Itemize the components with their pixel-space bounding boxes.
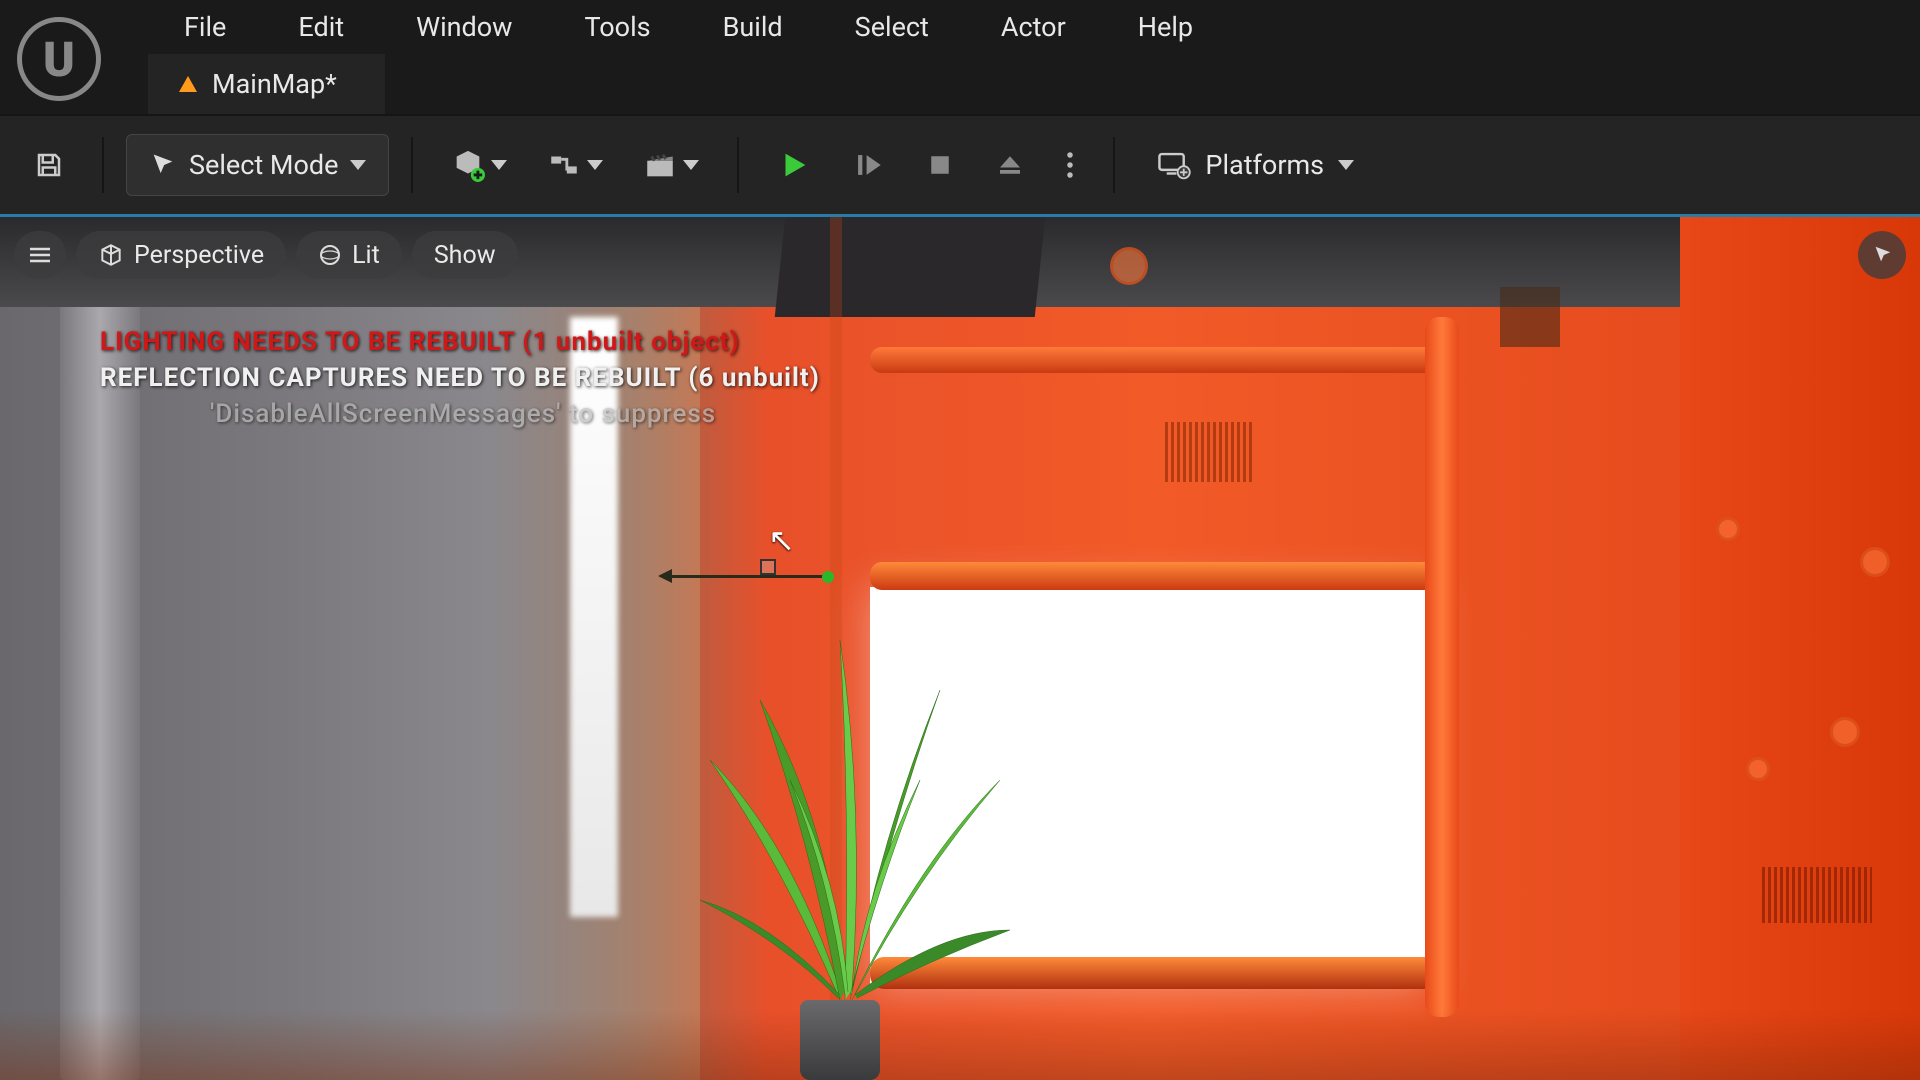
play-icon <box>777 148 811 182</box>
save-icon <box>34 147 64 183</box>
menu-help[interactable]: Help <box>1102 11 1229 43</box>
play-button[interactable] <box>761 134 827 196</box>
tab-mainmap[interactable]: MainMap* <box>148 54 385 114</box>
perspective-dropdown[interactable]: Perspective <box>76 231 286 279</box>
menu-actor[interactable]: Actor <box>965 11 1102 43</box>
eject-icon <box>995 150 1025 180</box>
menu-build[interactable]: Build <box>687 11 819 43</box>
blueprint-icon <box>547 148 581 182</box>
add-content-button[interactable] <box>435 134 523 196</box>
tab-label: MainMap* <box>212 68 337 100</box>
chevron-down-icon <box>1338 160 1354 170</box>
viewport-options-button[interactable] <box>14 231 66 279</box>
stop-button[interactable] <box>909 134 971 196</box>
show-label: Show <box>434 241 496 270</box>
lit-dropdown[interactable]: Lit <box>296 231 402 279</box>
cube-plus-icon <box>451 148 485 182</box>
play-options-button[interactable] <box>1049 134 1091 196</box>
chevron-down-icon <box>587 160 603 170</box>
platforms-icon <box>1157 150 1191 180</box>
sphere-icon <box>318 243 342 267</box>
unreal-logo[interactable]: U <box>12 12 106 106</box>
show-dropdown[interactable]: Show <box>412 231 518 279</box>
lighting-warning: LIGHTING NEEDS TO BE REBUILT (1 unbuilt … <box>100 327 820 357</box>
cursor-icon: ↖ <box>768 521 795 559</box>
menu-tools[interactable]: Tools <box>548 11 686 43</box>
content-tools <box>435 134 715 196</box>
viewport-corner-button[interactable] <box>1858 231 1906 279</box>
cursor-icon <box>149 151 177 179</box>
menu-select[interactable]: Select <box>819 11 965 43</box>
eject-button[interactable] <box>979 134 1041 196</box>
menu-window[interactable]: Window <box>380 11 548 43</box>
reflection-warning: REFLECTION CAPTURES NEED TO BE REBUILT (… <box>100 363 820 393</box>
separator <box>102 137 104 193</box>
cube-icon <box>98 242 124 268</box>
menubar: File Edit Window Tools Build Select Acto… <box>0 0 1920 54</box>
save-button[interactable] <box>18 134 80 196</box>
transform-gizmo[interactable]: ↖ <box>740 517 800 587</box>
cursor-icon <box>1871 244 1893 266</box>
suppress-hint: 'DisableAllScreenMessages' to suppress <box>100 399 820 429</box>
tabbar: MainMap* <box>0 54 1920 114</box>
chevron-down-icon <box>491 160 507 170</box>
lit-label: Lit <box>352 241 380 270</box>
cinematics-button[interactable] <box>627 134 715 196</box>
platforms-label: Platforms <box>1205 149 1324 181</box>
separator <box>737 137 739 193</box>
play-controls <box>761 134 1091 196</box>
menu-edit[interactable]: Edit <box>262 11 380 43</box>
step-button[interactable] <box>835 134 901 196</box>
select-mode-dropdown[interactable]: Select Mode <box>126 134 389 196</box>
chevron-down-icon <box>350 160 366 170</box>
blueprint-button[interactable] <box>531 134 619 196</box>
select-mode-label: Select Mode <box>189 149 338 181</box>
stop-icon <box>925 150 955 180</box>
clapboard-icon <box>643 148 677 182</box>
toolbar: Select Mode <box>0 114 1920 214</box>
scene-plant <box>720 560 1000 1080</box>
step-icon <box>851 148 885 182</box>
separator <box>411 137 413 193</box>
hamburger-icon <box>28 246 52 264</box>
viewport-messages: LIGHTING NEEDS TO BE REBUILT (1 unbuilt … <box>100 327 820 429</box>
level-icon <box>176 72 200 96</box>
separator <box>1113 137 1115 193</box>
chevron-down-icon <box>683 160 699 170</box>
perspective-label: Perspective <box>134 241 264 270</box>
platforms-dropdown[interactable]: Platforms <box>1137 134 1374 196</box>
kebab-icon <box>1065 150 1075 180</box>
menu-file[interactable]: File <box>148 11 262 43</box>
viewport[interactable]: ↖ Perspective Lit Show LIGHTING NEEDS TO… <box>0 214 1920 1080</box>
viewport-toolbar: Perspective Lit Show <box>14 231 518 279</box>
